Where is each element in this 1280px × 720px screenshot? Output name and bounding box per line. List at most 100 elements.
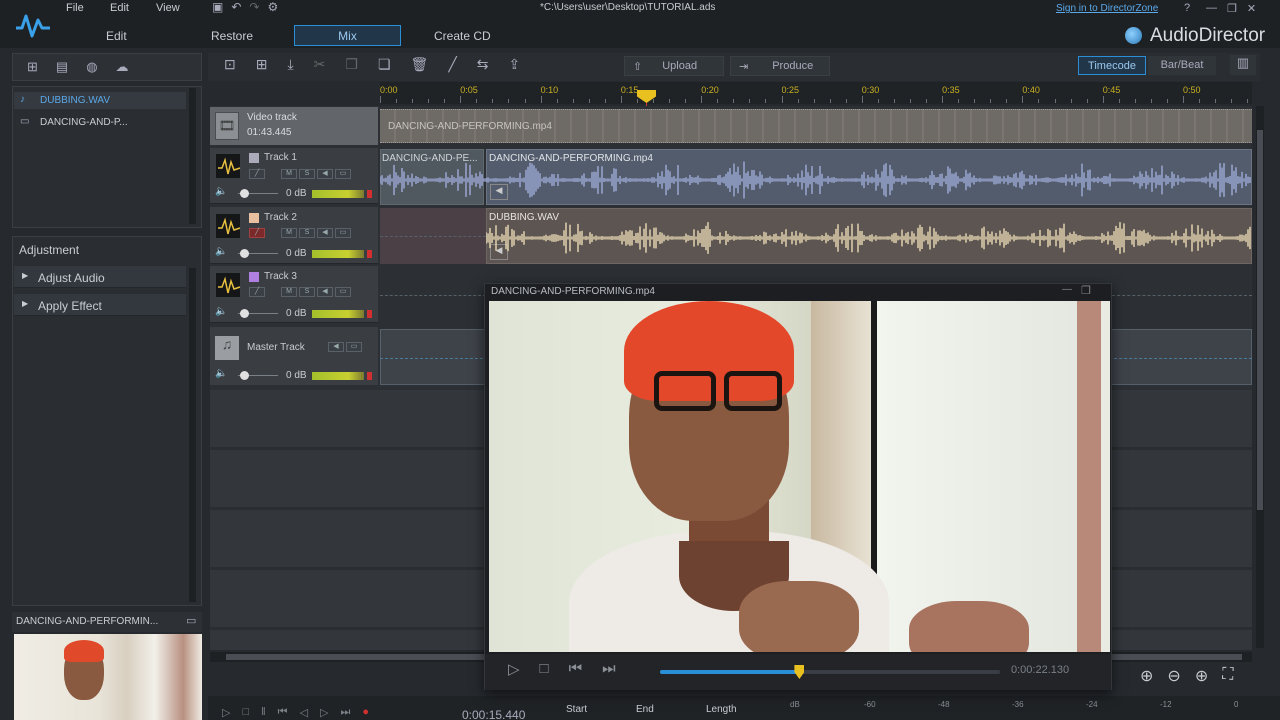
track3-solo-button[interactable]: S — [299, 287, 315, 297]
record-icon[interactable]: ◍ — [86, 59, 97, 75]
speaker-icon[interactable]: ◀ — [328, 342, 344, 352]
track3-db: 0 dB — [286, 308, 307, 319]
mode-tab-edit[interactable]: Edit — [106, 29, 127, 43]
split-icon[interactable]: ⇆ — [477, 56, 489, 76]
tracks-scroll-thumb[interactable] — [1257, 130, 1263, 510]
stop-icon[interactable]: □ — [540, 660, 549, 678]
fit-view-icon[interactable]: ⛶ — [1222, 666, 1233, 690]
mode-tab-restore[interactable]: Restore — [211, 29, 253, 43]
help-button[interactable]: ? — [1184, 2, 1190, 14]
db-scale-label: -48 — [938, 700, 950, 709]
record-arm-icon[interactable]: ▭ — [335, 287, 351, 297]
ruler-tick-mark — [733, 99, 735, 103]
minimize-icon[interactable]: — — [1206, 2, 1217, 16]
track3-mute-button[interactable]: M — [281, 287, 297, 297]
track1-level-meter — [312, 190, 364, 198]
settings-icon[interactable]: ⚙ — [267, 0, 278, 16]
close-icon[interactable]: ✕ — [1247, 2, 1256, 16]
minimize-icon[interactable]: — — [1062, 284, 1072, 295]
sign-in-link[interactable]: Sign in to DirectorZone — [1056, 3, 1158, 14]
adjustment-scrollbar[interactable] — [189, 268, 196, 602]
zoom-in-icon[interactable]: ⊕ — [1140, 666, 1153, 690]
timecode-toggle[interactable]: Timecode — [1078, 56, 1146, 75]
ruler-tick-label: 0:35 — [942, 85, 960, 95]
pause-icon[interactable]: ‖ — [261, 706, 266, 719]
slider-knob[interactable] — [240, 309, 249, 318]
mode-tab-mix-label: Mix — [338, 29, 357, 43]
track1-controls: ╱ M S ◀ ▭ — [249, 169, 353, 179]
record-dot-icon[interactable]: ● — [362, 706, 369, 719]
redo-icon[interactable]: ↷ — [249, 0, 259, 16]
library-item-dancing[interactable]: DANCING-AND-P... — [40, 117, 128, 128]
forward-icon[interactable]: ▷ — [320, 706, 328, 719]
save-icon[interactable]: ▣ — [212, 0, 223, 16]
upload-button[interactable]: ⇧ Upload — [624, 56, 724, 76]
track2-mute-button[interactable]: M — [281, 228, 297, 238]
copy-icon[interactable]: ❐ — [345, 56, 358, 76]
delete-icon[interactable]: 🗑 — [411, 56, 429, 76]
paste-icon[interactable]: ❏ — [378, 56, 391, 76]
draw-icon[interactable]: ╱ — [448, 56, 456, 76]
clip-indicator — [367, 372, 372, 380]
play-icon[interactable]: ▷ — [508, 660, 520, 678]
mode-tab-create-cd[interactable]: Create CD — [434, 29, 491, 43]
ruler-tick-mark — [1038, 99, 1040, 103]
popout-icon[interactable]: ▭ — [186, 614, 196, 627]
export-icon[interactable]: ⇪ — [508, 56, 520, 76]
popout-icon[interactable]: ❐ — [1081, 284, 1091, 297]
speaker-icon[interactable]: ◀ — [317, 228, 333, 238]
ruler-tick-mark — [974, 99, 976, 103]
ruler-tick-label: 0:45 — [1102, 85, 1121, 95]
slider-knob[interactable] — [240, 249, 249, 258]
media-list-icon[interactable]: ▤ — [56, 59, 68, 75]
library-scrollbar[interactable] — [189, 88, 196, 224]
menu-file[interactable]: File — [66, 2, 84, 14]
prev-icon[interactable]: ⏮ — [278, 706, 288, 719]
slider-knob[interactable] — [240, 371, 249, 380]
ruler-tick-mark — [620, 96, 622, 103]
zoom-out-vertical-icon[interactable]: ⊖ — [1167, 666, 1180, 690]
envelope-button[interactable]: ╱ — [249, 287, 265, 297]
undo-icon[interactable]: ↶ — [231, 0, 241, 16]
track2-solo-button[interactable]: S — [299, 228, 315, 238]
clip-indicator — [367, 250, 372, 258]
ruler-tick-mark — [861, 96, 863, 103]
previous-frame-icon[interactable]: ⏮ — [569, 660, 583, 678]
insert-icon[interactable]: ⤓ — [287, 56, 293, 76]
speaker-icon[interactable]: ◀ — [317, 287, 333, 297]
toolbar-icons: ⊡ ⊞ ⤓ ✂ ❐ ❏ 🗑 ╱ ⇆ ⇪ — [224, 56, 520, 76]
speaker-icon[interactable]: ◀ — [317, 169, 333, 179]
add-track-icon[interactable]: ⊞ — [256, 56, 268, 76]
video-hand-left — [739, 581, 859, 652]
library-item-dubbing[interactable]: DUBBING.WAV — [40, 95, 110, 106]
zoom-in-vertical-icon[interactable]: ⊕ — [1195, 666, 1208, 690]
mode-tab-mix[interactable]: Mix — [294, 25, 401, 46]
track1-solo-button[interactable]: S — [299, 169, 315, 179]
mixer-view-icon[interactable]: ▥ — [1230, 55, 1256, 75]
db-scale-label: -12 — [1160, 700, 1172, 709]
restore-icon[interactable]: ❐ — [1227, 2, 1237, 16]
timeline-ruler[interactable] — [380, 82, 1252, 104]
ruler-tick-mark — [1231, 99, 1233, 103]
play-icon[interactable]: ▷ — [222, 706, 230, 719]
cloud-icon[interactable]: ☁ — [116, 59, 129, 75]
next-frame-icon[interactable]: ⏭ — [602, 660, 616, 678]
menu-view[interactable]: View — [156, 2, 180, 14]
import-media-icon[interactable]: ⊞ — [27, 59, 38, 75]
envelope-button[interactable]: ╱ — [249, 169, 265, 179]
cut-icon[interactable]: ✂ — [314, 56, 326, 76]
ruler-tick-mark — [1102, 96, 1104, 103]
next-icon[interactable]: ⏭ — [341, 706, 351, 719]
envelope-button[interactable]: ╱ — [249, 228, 265, 238]
track1-mute-button[interactable]: M — [281, 169, 297, 179]
slider-knob[interactable] — [240, 189, 249, 198]
track-settings-icon[interactable]: ⊡ — [224, 56, 236, 76]
record-arm-icon[interactable]: ▭ — [335, 228, 351, 238]
menu-edit[interactable]: Edit — [110, 2, 129, 14]
produce-button[interactable]: ⇥ Produce — [730, 56, 830, 76]
record-arm-icon[interactable]: ▭ — [335, 169, 351, 179]
rewind-icon[interactable]: ◁ — [300, 706, 308, 719]
record-arm-icon[interactable]: ▭ — [346, 342, 362, 352]
stop-icon[interactable]: □ — [242, 706, 249, 719]
barbeat-toggle[interactable]: Bar/Beat — [1148, 56, 1216, 75]
